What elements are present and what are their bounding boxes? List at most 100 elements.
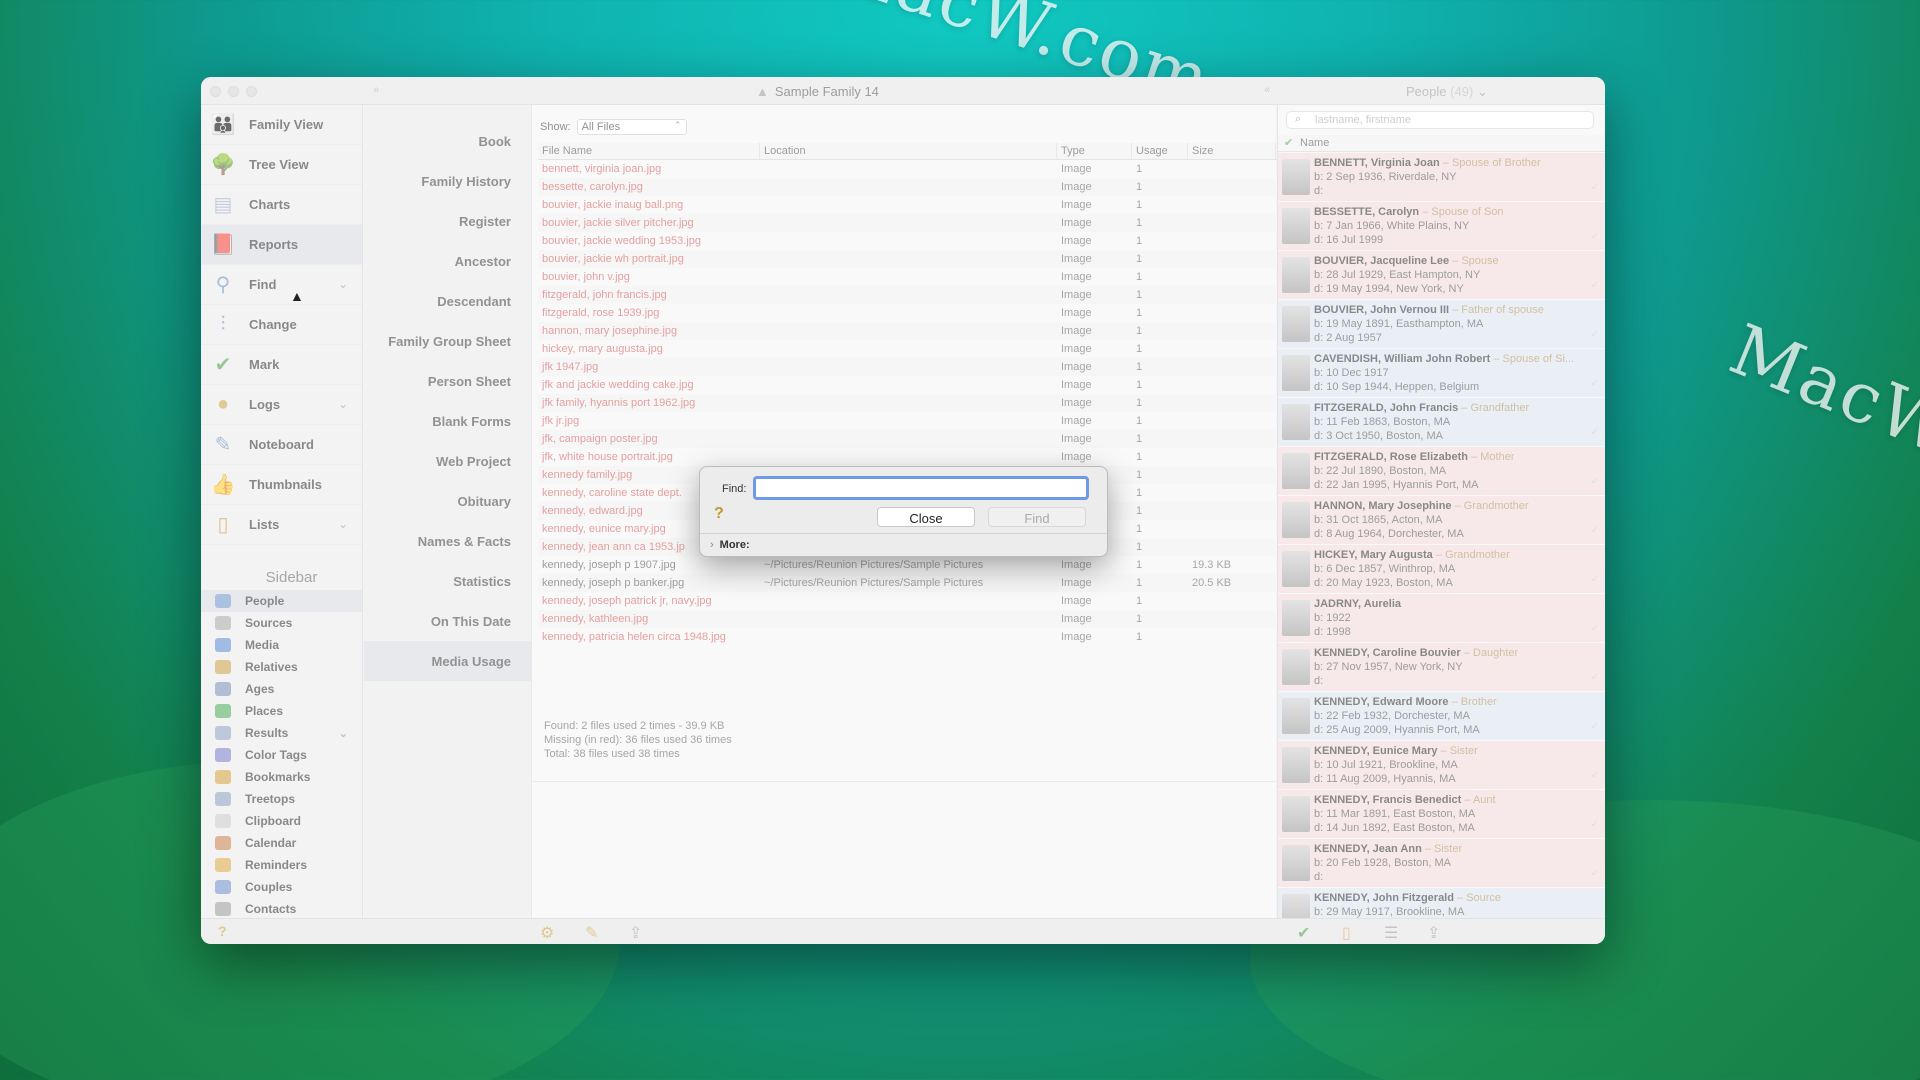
nav-item-noteboard[interactable]: ✎ Noteboard (201, 425, 362, 465)
people-search-input[interactable]: ⌕ lastname, firstname (1286, 111, 1594, 129)
checkmark-icon[interactable]: ✓ (1591, 573, 1599, 587)
nav-item-lists[interactable]: ▯ Lists ⌄ (201, 505, 362, 545)
checkmark-icon[interactable]: ✓ (1591, 279, 1599, 293)
report-web-project[interactable]: Web Project (364, 441, 531, 481)
chevron-down-icon[interactable]: ⌄ (338, 397, 348, 411)
people-share-icon[interactable]: ⇪ (1427, 923, 1440, 943)
list-item[interactable]: BESSETTE, Carolyn – Spouse of Son b: 7 Ja… (1278, 202, 1605, 250)
column-file-name[interactable]: File Name (538, 143, 760, 159)
column-location[interactable]: Location (760, 143, 1057, 159)
list-item[interactable]: JADRNY, Aurelia b: 1922 d: 1998 ✓ (1278, 594, 1605, 642)
list-item[interactable]: KENNEDY, Edward Moore – Brother b: 22 Feb… (1278, 692, 1605, 740)
list-item[interactable]: HICKEY, Mary Augusta – Grandmother b: 6 D… (1278, 545, 1605, 593)
nav-item-charts[interactable]: ▤ Charts (201, 185, 362, 225)
column-usage[interactable]: Usage (1132, 143, 1188, 159)
report-book[interactable]: Book (364, 121, 531, 161)
list-item[interactable]: KENNEDY, Jean Ann – Sister b: 20 Feb 1928… (1278, 839, 1605, 887)
checkmark-icon[interactable]: ✓ (1591, 867, 1599, 881)
table-row[interactable]: hickey, mary augusta.jpg Image 1 (538, 340, 1280, 358)
report-family-history[interactable]: Family History (364, 161, 531, 201)
sidebar-item-color-tags[interactable]: Color Tags (201, 744, 362, 766)
table-row[interactable]: fitzgerald, john francis.jpg Image 1 (538, 286, 1280, 304)
help-icon[interactable]: ? (714, 505, 724, 523)
list-item[interactable]: CAVENDISH, William John Robert – Spouse … (1278, 349, 1605, 397)
more-disclosure[interactable]: › More: (710, 539, 750, 551)
collapse-left-icon[interactable]: » (373, 84, 379, 96)
report-media-usage[interactable]: Media Usage (364, 641, 531, 681)
list-item[interactable]: HANNON, Mary Josephine – Grandmother b: 3… (1278, 496, 1605, 544)
list-item[interactable]: BOUVIER, John Vernou III – Father of spo… (1278, 300, 1605, 348)
help-icon[interactable]: ? (218, 923, 227, 939)
checkmark-icon[interactable]: ✓ (1591, 230, 1599, 244)
minimize-window-dot[interactable] (228, 86, 239, 97)
report-person-sheet[interactable]: Person Sheet (364, 361, 531, 401)
chevron-down-icon[interactable]: ⌄ (339, 727, 348, 740)
table-row[interactable]: jfk jr.jpg Image 1 (538, 412, 1280, 430)
mark-check-icon[interactable]: ✔ (1297, 923, 1310, 943)
column-size[interactable]: Size (1188, 143, 1276, 159)
sidebar-item-results[interactable]: Results ⌄ (201, 722, 362, 744)
checkmark-icon[interactable]: ✓ (1591, 622, 1599, 636)
gear-icon[interactable]: ⚙ (540, 923, 554, 943)
checkmark-icon[interactable]: ✓ (1591, 524, 1599, 538)
table-row[interactable]: kennedy, joseph p banker.jpg ~/Pictures/R… (538, 574, 1280, 592)
report-obituary[interactable]: Obituary (364, 481, 531, 521)
table-row[interactable]: jfk family, hyannis port 1962.jpg Image 1 (538, 394, 1280, 412)
split-divider[interactable] (532, 781, 1276, 782)
table-row[interactable]: bouvier, john v.jpg Image 1 (538, 268, 1280, 286)
checkmark-icon[interactable]: ✓ (1591, 181, 1599, 195)
report-names-facts[interactable]: Names & Facts (364, 521, 531, 561)
checkmark-icon[interactable]: ✓ (1591, 769, 1599, 783)
show-filter-select[interactable]: All Files (576, 119, 687, 135)
table-row[interactable]: jfk, campaign poster.jpg Image 1 (538, 430, 1280, 448)
list-item[interactable]: KENNEDY, Francis Benedict – Aunt b: 11 Ma… (1278, 790, 1605, 838)
sidebar-item-treetops[interactable]: Treetops (201, 788, 362, 810)
table-row[interactable]: hannon, mary josephine.jpg Image 1 (538, 322, 1280, 340)
checkmark-icon[interactable]: ✓ (1591, 328, 1599, 342)
collapse-right-icon[interactable]: « (1264, 84, 1270, 96)
thumbnail-panel-icon[interactable]: ▯ (1342, 923, 1351, 943)
list-item[interactable]: FITZGERALD, Rose Elizabeth – Mother b: 22… (1278, 447, 1605, 495)
report-family-group-sheet[interactable]: Family Group Sheet (364, 321, 531, 361)
report-register[interactable]: Register (364, 201, 531, 241)
sidebar-item-calendar[interactable]: Calendar (201, 832, 362, 854)
nav-item-family-view[interactable]: 👪 Family View (201, 105, 362, 145)
list-item[interactable]: BENNETT, Virginia Joan – Spouse of Broth… (1278, 153, 1605, 201)
sidebar-item-ages[interactable]: Ages (201, 678, 362, 700)
nav-item-tree-view[interactable]: 🌳 Tree View (201, 145, 362, 185)
report-ancestor[interactable]: Ancestor (364, 241, 531, 281)
nav-item-mark[interactable]: ✔ Mark (201, 345, 362, 385)
table-row[interactable]: jfk 1947.jpg Image 1 (538, 358, 1280, 376)
table-row[interactable]: kennedy, joseph p 1907.jpg ~/Pictures/Reu… (538, 556, 1280, 574)
nav-item-change[interactable]: ⫶ Change (201, 305, 362, 345)
people-panel-title[interactable]: People (49) ⌄ (1406, 84, 1488, 100)
list-item[interactable]: FITZGERALD, John Francis – Grandfather b:… (1278, 398, 1605, 446)
nav-item-thumbnails[interactable]: 👍 Thumbnails (201, 465, 362, 505)
checkmark-icon[interactable]: ✔ (1284, 136, 1293, 149)
sidebar-item-contacts[interactable]: Contacts (201, 898, 362, 920)
share-icon[interactable]: ⇪ (629, 923, 642, 943)
find-button[interactable]: Find (988, 507, 1086, 527)
checkmark-icon[interactable]: ✓ (1591, 671, 1599, 685)
column-type[interactable]: Type (1057, 143, 1132, 159)
report-blank-forms[interactable]: Blank Forms (364, 401, 531, 441)
checkmark-icon[interactable]: ✓ (1591, 426, 1599, 440)
table-row[interactable]: bouvier, jackie inaug ball.png Image 1 (538, 196, 1280, 214)
sidebar-item-couples[interactable]: Couples (201, 876, 362, 898)
close-button[interactable]: Close (877, 507, 975, 527)
table-row[interactable]: jfk, white house portrait.jpg Image 1 (538, 448, 1280, 466)
find-input[interactable] (753, 476, 1089, 500)
sidebar-item-places[interactable]: Places (201, 700, 362, 722)
table-row[interactable]: kennedy, joseph patrick jr, navy.jpg Imag… (538, 592, 1280, 610)
table-row[interactable]: bouvier, jackie wh portrait.jpg Image 1 (538, 250, 1280, 268)
table-row[interactable]: jfk and jackie wedding cake.jpg Image 1 (538, 376, 1280, 394)
table-row[interactable]: kennedy, kathleen.jpg Image 1 (538, 610, 1280, 628)
table-row[interactable]: bouvier, jackie silver pitcher.jpg Image 1 (538, 214, 1280, 232)
table-row[interactable]: kennedy, patricia helen circa 1948.jpg Im… (538, 628, 1280, 646)
list-item[interactable]: KENNEDY, Eunice Mary – Sister b: 10 Jul 1… (1278, 741, 1605, 789)
chevron-down-icon[interactable]: ⌄ (338, 517, 348, 531)
table-row[interactable]: fitzgerald, rose 1939.jpg Image 1 (538, 304, 1280, 322)
report-descendant[interactable]: Descendant (364, 281, 531, 321)
checkmark-icon[interactable]: ✓ (1591, 720, 1599, 734)
report-on-this-date[interactable]: On This Date (364, 601, 531, 641)
